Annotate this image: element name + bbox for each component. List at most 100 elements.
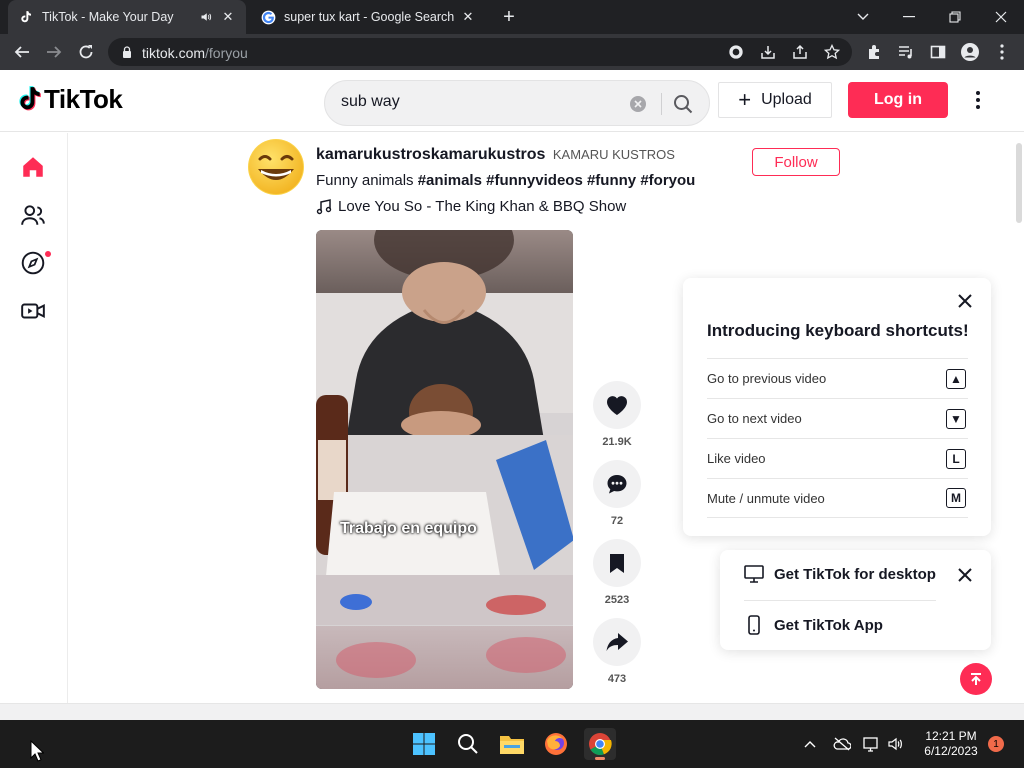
home-icon[interactable] (18, 152, 48, 182)
arrow-up-icon (971, 673, 981, 685)
author-username[interactable]: kamarukustroskamarukustros (316, 146, 545, 163)
tab-search-icon[interactable] (840, 0, 886, 34)
url-path: /foryou (205, 45, 248, 61)
minimize-button[interactable] (886, 0, 932, 34)
google-lens-icon[interactable] (724, 40, 748, 64)
music-link[interactable]: Love You So - The King Khan & BBQ Show (316, 198, 626, 215)
notification-badge[interactable]: 1 (988, 736, 1004, 752)
bookmark-icon[interactable] (593, 539, 641, 587)
install-app-icon[interactable] (756, 40, 780, 64)
firefox-icon[interactable] (540, 728, 572, 760)
arrow-down-key-icon: ▼ (946, 408, 966, 429)
clock-time: 12:21 PM (925, 729, 977, 743)
windows-search-icon[interactable] (452, 728, 484, 760)
chrome-taskbar-icon[interactable] (584, 728, 616, 760)
live-video-icon[interactable] (18, 296, 48, 326)
network-icon[interactable] (862, 734, 882, 754)
shortcut-label: Go to next video (707, 411, 802, 426)
like-action[interactable]: 21.9K (593, 381, 641, 448)
follow-button[interactable]: Follow (752, 148, 840, 176)
tab-tiktok[interactable]: TikTok - Make Your Day ✕ (8, 0, 246, 34)
page-scrollbar[interactable] (1014, 133, 1024, 703)
tab-close-icon[interactable]: ✕ (460, 9, 476, 25)
search-input[interactable] (341, 93, 611, 111)
hashtag-link[interactable]: #funny (587, 172, 636, 189)
profile-avatar-icon[interactable] (958, 40, 982, 64)
monitor-icon (744, 565, 764, 583)
save-count: 2523 (604, 594, 630, 606)
back-arrow-icon[interactable] (10, 40, 34, 64)
system-clock[interactable]: 12:21 PM 6/12/2023 (918, 729, 984, 759)
show-hidden-icons-icon[interactable] (800, 734, 820, 754)
post-author[interactable]: kamarukustroskamarukustros KAMARU KUSTRO… (316, 146, 675, 164)
file-explorer-icon[interactable] (496, 728, 528, 760)
window-close-button[interactable] (978, 0, 1024, 34)
caption-text: Funny animals (316, 172, 414, 189)
url-text: tiktok.com/foryou (142, 45, 248, 61)
upload-button[interactable]: + Upload (718, 82, 832, 118)
bookmark-star-icon[interactable] (820, 40, 844, 64)
forward-arrow-icon[interactable] (42, 40, 66, 64)
arrow-up-key-icon: ▲ (946, 368, 966, 389)
mouse-cursor-icon (30, 740, 44, 762)
clear-search-icon[interactable] (630, 96, 646, 112)
comment-action[interactable]: 72 (593, 460, 641, 527)
logo-text: TikTok (44, 84, 123, 114)
audio-playing-icon[interactable] (198, 9, 214, 25)
avatar[interactable] (248, 139, 304, 195)
scroll-to-top-button[interactable] (960, 663, 992, 695)
browser-toolbar: tiktok.com/foryou (0, 34, 1024, 70)
restore-button[interactable] (932, 0, 978, 34)
volume-icon[interactable] (886, 734, 906, 754)
hashtag-link[interactable]: #funnyvideos (486, 172, 583, 189)
get-app-link[interactable]: Get TikTok App (744, 613, 883, 637)
video-player[interactable]: Trabajo en equipo (316, 230, 573, 689)
shortcut-row: Go to previous video ▲ (707, 358, 968, 398)
more-options-icon[interactable] (968, 88, 988, 112)
tiktok-header: TikTok + Upload Log in (0, 70, 1024, 132)
close-icon[interactable] (956, 292, 974, 310)
address-bar[interactable]: tiktok.com/foryou (108, 38, 852, 66)
panel-title: Introducing keyboard shortcuts! (707, 321, 969, 340)
music-title: Love You So - The King Khan & BBQ Show (338, 198, 627, 215)
get-app-panel: Get TikTok for desktop Get TikTok App (720, 550, 991, 650)
tab-google-search[interactable]: super tux kart - Google Search ✕ (250, 0, 486, 34)
share-icon[interactable] (788, 40, 812, 64)
onedrive-icon[interactable] (832, 734, 852, 754)
login-button[interactable]: Log in (848, 82, 948, 118)
desktop-label: Get TikTok for desktop (774, 565, 936, 583)
heart-icon[interactable] (593, 381, 641, 429)
explore-compass-icon[interactable] (18, 248, 48, 278)
tab-close-icon[interactable]: ✕ (220, 9, 236, 25)
hashtag-link[interactable]: #foryou (640, 172, 695, 189)
scrollbar-thumb[interactable] (1016, 143, 1022, 223)
share-action[interactable]: 473 (593, 618, 641, 685)
browser-tab-strip: TikTok - Make Your Day ✕ super tux kart … (0, 0, 1024, 34)
windows-taskbar: 12:21 PM 6/12/2023 1 (0, 720, 1024, 768)
save-action[interactable]: 2523 (593, 539, 641, 606)
share-count: 473 (607, 673, 627, 685)
video-frame-image (316, 230, 573, 689)
new-tab-button[interactable]: + (498, 7, 520, 29)
windows-start-icon[interactable] (408, 728, 440, 760)
comment-icon[interactable] (593, 460, 641, 508)
plus-icon: + (738, 87, 752, 112)
following-icon[interactable] (18, 200, 48, 230)
search-icon[interactable] (669, 90, 697, 118)
reload-icon[interactable] (74, 40, 98, 64)
media-control-icon[interactable] (894, 40, 918, 64)
get-desktop-link[interactable]: Get TikTok for desktop (744, 562, 936, 586)
hashtag-link[interactable]: #animals (418, 172, 482, 189)
comment-count: 72 (610, 515, 624, 527)
chrome-menu-icon[interactable] (990, 40, 1014, 64)
extensions-icon[interactable] (862, 40, 886, 64)
side-panel-icon[interactable] (926, 40, 950, 64)
author-nickname: KAMARU KUSTROS (552, 147, 675, 162)
tiktok-logo[interactable]: TikTok (16, 84, 123, 115)
share-arrow-icon[interactable] (593, 618, 641, 666)
l-key-icon: L (946, 448, 966, 469)
shortcut-row: Go to next video ▼ (707, 398, 968, 438)
close-icon[interactable] (956, 566, 974, 584)
search-divider (661, 93, 662, 115)
lock-icon (123, 46, 131, 58)
